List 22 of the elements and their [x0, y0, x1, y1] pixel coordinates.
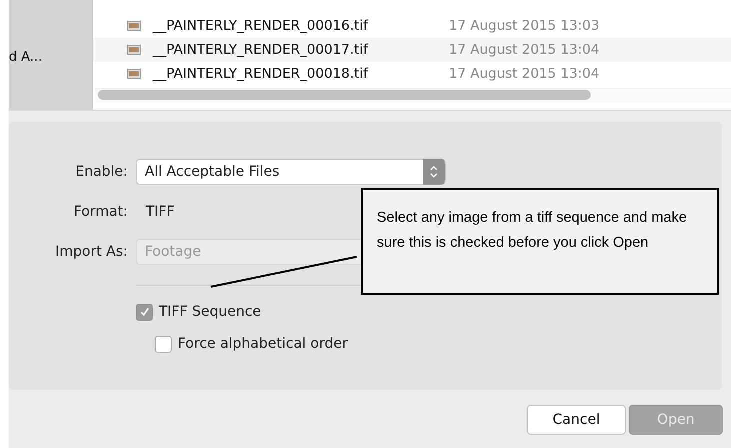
enable-dropdown[interactable]: All Acceptable Files: [136, 159, 446, 185]
file-date: 17 August 2015 13:04: [449, 66, 600, 82]
file-date: 17 August 2015 13:04: [449, 42, 600, 58]
image-file-icon: [127, 69, 141, 79]
checkbox-label: TIFF Sequence: [159, 304, 262, 320]
checkbox-label: Force alphabetical order: [178, 336, 348, 352]
cancel-button[interactable]: Cancel: [527, 405, 626, 435]
enable-label: Enable:: [74, 164, 128, 180]
format-label: Format:: [72, 204, 128, 220]
file-name[interactable]: __PAINTERLY_RENDER_00016.tif: [153, 18, 449, 34]
file-date: 17 August 2015 13:03: [449, 18, 600, 34]
stepper-icon: [430, 165, 438, 179]
sidebar-item[interactable]: d A...: [9, 50, 42, 64]
check-icon: [138, 306, 150, 318]
horizontal-scrollbar[interactable]: [95, 88, 731, 103]
image-file-icon: [127, 45, 141, 55]
image-file-icon: [127, 21, 141, 31]
file-name[interactable]: __PAINTERLY_RENDER_00017.tif: [153, 42, 449, 58]
format-value: TIFF: [146, 204, 175, 220]
checkbox[interactable]: [155, 336, 172, 352]
import-as-label: Import As:: [54, 244, 128, 260]
file-name[interactable]: __PAINTERLY_RENDER_00018.tif: [153, 66, 449, 82]
